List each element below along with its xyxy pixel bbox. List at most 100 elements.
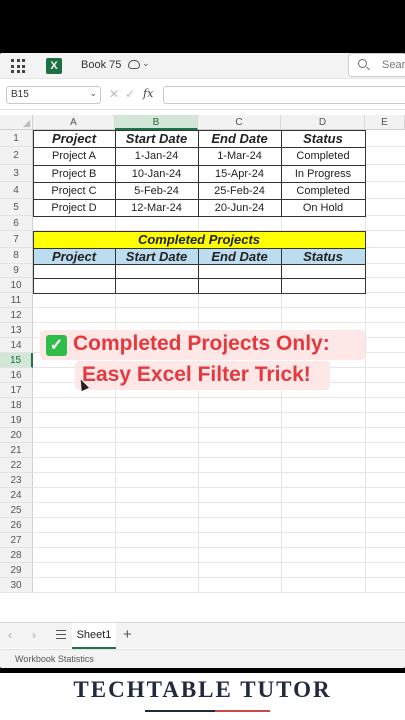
gridline: [33, 547, 405, 548]
caption-line-1: Completed Projects Only:: [73, 332, 330, 355]
workbook-statistics-button[interactable]: Workbook Statistics: [15, 654, 94, 664]
add-sheet-icon[interactable]: +: [123, 626, 132, 643]
select-all-corner[interactable]: [0, 115, 33, 130]
table1-col-line: [281, 130, 282, 216]
table1-row-line: [33, 199, 365, 200]
row-header-2[interactable]: 2: [0, 147, 33, 165]
gridline: [33, 577, 405, 578]
insert-function-icon[interactable]: fx: [143, 87, 153, 100]
chevron-left-icon[interactable]: ‹: [8, 628, 12, 642]
tab-sheet1[interactable]: Sheet1: [72, 623, 116, 649]
row-header-29[interactable]: 29: [0, 563, 33, 578]
check-mark-icon: ✓: [46, 335, 67, 356]
workbook-title[interactable]: Book 75: [81, 59, 121, 71]
search-input[interactable]: Search: [348, 53, 405, 77]
row-header-28[interactable]: 28: [0, 548, 33, 563]
table2-border: [33, 231, 366, 294]
name-box[interactable]: B15 ⌄: [6, 86, 101, 104]
gridline: [33, 517, 405, 518]
row-header-27[interactable]: 27: [0, 533, 33, 548]
row-header-22[interactable]: 22: [0, 458, 33, 473]
gridline: [33, 457, 405, 458]
gridline: [33, 322, 405, 323]
status-bar: Workbook Statistics: [0, 649, 405, 668]
formula-input[interactable]: [163, 86, 405, 104]
row-header-17[interactable]: 17: [0, 383, 33, 398]
gridline: [33, 307, 405, 308]
table1-row-line: [33, 165, 365, 166]
gridline: [33, 562, 405, 563]
column-header-c[interactable]: C: [198, 115, 281, 130]
row-header-23[interactable]: 23: [0, 473, 33, 488]
title-bar: X Book 75 ⌄ Search: [0, 53, 405, 79]
excel-logo-icon: X: [46, 58, 62, 74]
check-icon[interactable]: ✓: [125, 87, 135, 101]
column-header-b[interactable]: B: [115, 115, 198, 130]
row-header-12[interactable]: 12: [0, 308, 33, 323]
name-box-value: B15: [11, 89, 29, 100]
row-header-10[interactable]: 10: [0, 278, 33, 293]
table2-col-line: [115, 248, 116, 293]
row-header-18[interactable]: 18: [0, 398, 33, 413]
row-header-25[interactable]: 25: [0, 503, 33, 518]
row-header-21[interactable]: 21: [0, 443, 33, 458]
cancel-icon[interactable]: ✕: [109, 87, 119, 101]
column-header-d[interactable]: D: [281, 115, 365, 130]
table2-col-line: [281, 248, 282, 293]
row-header-1[interactable]: 1: [0, 130, 33, 147]
row-header-8[interactable]: 8: [0, 248, 33, 264]
row-header-26[interactable]: 26: [0, 518, 33, 533]
brand-underline-accent: [215, 710, 270, 712]
gridline: [33, 532, 405, 533]
table2-row-line: [33, 264, 365, 265]
gridline: [33, 427, 405, 428]
app-launcher-icon[interactable]: [11, 59, 25, 73]
gridline: [33, 502, 405, 503]
row-header-4[interactable]: 4: [0, 182, 33, 199]
search-icon: [358, 59, 367, 68]
brand-name: TECHTABLE TUTOR: [73, 677, 332, 702]
row-header-24[interactable]: 24: [0, 488, 33, 503]
table1-border: [33, 130, 366, 217]
table2-row-line: [33, 248, 365, 249]
video-frame: X Book 75 ⌄ Search B15 ⌄ ✕ ✓ fx ABCDE123…: [0, 0, 405, 720]
table1-col-line: [115, 130, 116, 216]
row-header-9[interactable]: 9: [0, 264, 33, 278]
row-header-5[interactable]: 5: [0, 199, 33, 216]
row-header-16[interactable]: 16: [0, 368, 33, 383]
row-header-20[interactable]: 20: [0, 428, 33, 443]
gridline: [33, 487, 405, 488]
row-header-15[interactable]: 15: [0, 353, 33, 368]
gridline: [33, 442, 405, 443]
row-header-30[interactable]: 30: [0, 578, 33, 593]
column-header-a[interactable]: A: [33, 115, 115, 130]
row-header-13[interactable]: 13: [0, 323, 33, 338]
table2-row-line: [33, 278, 365, 279]
caption-line-2-bg: Easy Excel Filter Trick!: [75, 361, 330, 390]
gridline: [33, 472, 405, 473]
row-header-11[interactable]: 11: [0, 293, 33, 308]
brand-watermark: TECHTABLE TUTOR: [0, 673, 405, 720]
cloud-sync-icon[interactable]: [128, 60, 140, 69]
formula-bar: B15 ⌄ ✕ ✓ fx: [0, 80, 405, 110]
chevron-down-icon[interactable]: ⌄: [89, 88, 97, 99]
column-header-e[interactable]: E: [365, 115, 405, 130]
caption-line-1-bg: ✓ Completed Projects Only:: [40, 330, 365, 360]
table1-row-line: [33, 147, 365, 148]
gridline: [33, 592, 405, 593]
row-header-6[interactable]: 6: [0, 216, 33, 231]
sheet-tab-bar: ‹ › Sheet1 +: [0, 622, 405, 649]
all-sheets-menu-icon[interactable]: [56, 630, 66, 639]
excel-window: X Book 75 ⌄ Search B15 ⌄ ✕ ✓ fx ABCDE123…: [0, 53, 405, 668]
row-header-19[interactable]: 19: [0, 413, 33, 428]
row-header-7[interactable]: 7: [0, 231, 33, 248]
caption-line-2: Easy Excel Filter Trick!: [82, 363, 311, 386]
search-placeholder: Search: [382, 59, 405, 71]
table2-col-line: [198, 248, 199, 293]
row-header-14[interactable]: 14: [0, 338, 33, 353]
chevron-down-icon[interactable]: ⌄: [142, 58, 150, 69]
table1-row-line: [33, 182, 365, 183]
row-header-3[interactable]: 3: [0, 165, 33, 182]
video-caption: ✓ Completed Projects Only: Easy Excel Fi…: [40, 330, 365, 420]
chevron-right-icon[interactable]: ›: [32, 628, 36, 642]
